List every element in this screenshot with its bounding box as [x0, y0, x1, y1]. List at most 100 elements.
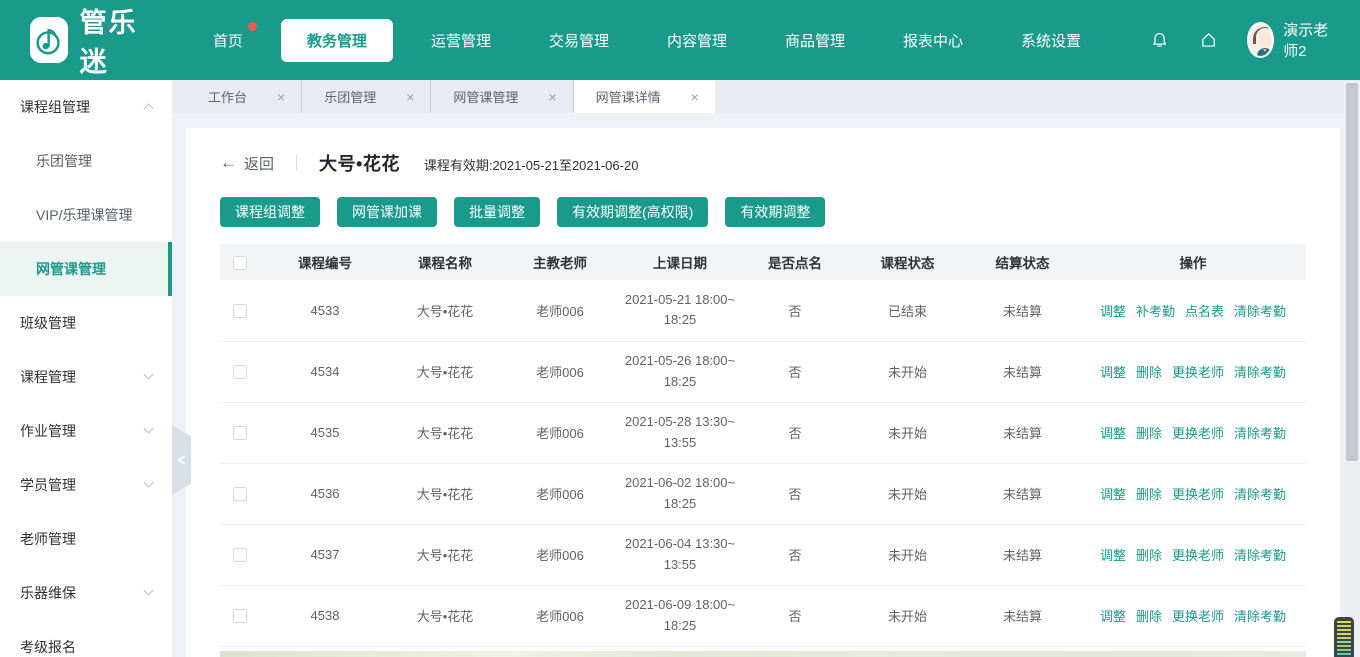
tab-close-icon[interactable]: ×: [277, 90, 285, 104]
clear-attendance-link[interactable]: 清除考勤: [1234, 426, 1286, 441]
nav-item-system-settings[interactable]: 系统设置: [1001, 20, 1101, 61]
cell-actions: 调整删除更换老师清除考勤: [1080, 585, 1306, 646]
sidebar-item-orchestra-mgmt[interactable]: 乐团管理: [0, 134, 172, 188]
chevron-left-icon: <: [178, 450, 185, 470]
scrollbar-thumb[interactable]: [1346, 83, 1358, 461]
cell-course-name: 大号•花花: [390, 463, 500, 524]
delete-link[interactable]: 删除: [1136, 365, 1162, 380]
nav-item-home[interactable]: 首页: [193, 20, 263, 61]
sidebar-item-course-group-mgmt[interactable]: 课程组管理: [0, 80, 172, 134]
nav-item-product-mgmt[interactable]: 商品管理: [765, 20, 865, 61]
sidebar-item-exam-registration[interactable]: 考级报名: [0, 620, 172, 657]
adjust-link[interactable]: 调整: [1100, 609, 1126, 624]
action-button-row: 课程组调整网管课加课批量调整有效期调整(高权限) 有效期调整: [220, 197, 1306, 227]
change-teacher-link[interactable]: 更换老师: [1172, 548, 1224, 563]
select-all-checkbox[interactable]: [233, 256, 247, 270]
sidebar-item-label: 课程组管理: [20, 97, 90, 117]
chevron-down-icon: [144, 424, 154, 434]
clear-attendance-link[interactable]: 清除考勤: [1234, 609, 1286, 624]
user-name[interactable]: 演示老师2: [1283, 19, 1332, 61]
nav-item-content-mgmt[interactable]: 内容管理: [647, 20, 747, 61]
home-icon[interactable]: [1200, 28, 1217, 52]
page-scrollbar: [1344, 80, 1360, 657]
tab-close-icon[interactable]: ×: [548, 90, 556, 104]
sidebar-item-class-mgmt[interactable]: 班级管理: [0, 296, 172, 350]
delete-link[interactable]: 删除: [1136, 609, 1162, 624]
date-text: 2021-05-26 18:00~18:25: [623, 351, 737, 391]
sidebar-item-teacher-mgmt[interactable]: 老师管理: [0, 512, 172, 566]
row-checkbox[interactable]: [233, 426, 247, 440]
column-header: 上课日期: [620, 244, 740, 280]
tab-online-course-mgmt[interactable]: 网管课管理×: [431, 80, 573, 113]
tab-close-icon[interactable]: ×: [406, 90, 414, 104]
table-header-row: 课程编号课程名称主教老师上课日期是否点名课程状态结算状态操作: [220, 244, 1306, 280]
row-checkbox[interactable]: [233, 548, 247, 562]
add-online-lesson-button[interactable]: 网管课加课: [337, 197, 437, 227]
sidebar-item-student-mgmt[interactable]: 学员管理: [0, 458, 172, 512]
table-row: 4533大号•花花老师0062021-05-21 18:00~18:25否已结束…: [220, 280, 1306, 341]
row-checkbox[interactable]: [233, 365, 247, 379]
cell-settlement: 未结算: [965, 585, 1080, 646]
floating-widget[interactable]: [1334, 617, 1354, 657]
sidebar-item-homework-mgmt[interactable]: 作业管理: [0, 404, 172, 458]
tab-close-icon[interactable]: ×: [691, 90, 699, 104]
adjust-link[interactable]: 调整: [1100, 304, 1126, 319]
clear-attendance-link[interactable]: 清除考勤: [1234, 487, 1286, 502]
tab-orchestra-mgmt[interactable]: 乐团管理×: [302, 80, 431, 113]
sidebar-item-label: 课程管理: [20, 367, 76, 387]
main-area: 课程组管理乐团管理VIP/乐理课管理网管课管理班级管理课程管理作业管理学员管理老…: [0, 80, 1360, 657]
sidebar-item-vip-theory-mgmt[interactable]: VIP/乐理课管理: [0, 188, 172, 242]
sidebar-item-course-mgmt[interactable]: 课程管理: [0, 350, 172, 404]
row-checkbox[interactable]: [233, 487, 247, 501]
column-header: 操作: [1080, 244, 1306, 280]
column-header: 结算状态: [965, 244, 1080, 280]
cell-rollcall: 否: [740, 341, 850, 402]
adjust-link[interactable]: 调整: [1100, 365, 1126, 380]
music-note-icon: [32, 23, 66, 57]
nav-item-operation-mgmt[interactable]: 运营管理: [411, 20, 511, 61]
change-teacher-link[interactable]: 更换老师: [1172, 609, 1224, 624]
table-row: 4537大号•花花老师0062021-06-04 13:30~13:55否未开始…: [220, 524, 1306, 585]
rollcall-sheet-link[interactable]: 点名表: [1185, 304, 1224, 319]
date-text: 2021-06-09 18:00~18:25: [623, 595, 737, 635]
sidebar-collapse-handle[interactable]: <: [172, 425, 191, 495]
nav-item-report-center[interactable]: 报表中心: [883, 20, 983, 61]
change-teacher-link[interactable]: 更换老师: [1172, 365, 1224, 380]
tab-workbench[interactable]: 工作台×: [186, 80, 302, 113]
page-header: ← 返回 大号•花花 课程有效期:2021-05-21至2021-06-20: [220, 128, 1306, 176]
clear-attendance-link[interactable]: 清除考勤: [1234, 548, 1286, 563]
delete-link[interactable]: 删除: [1136, 426, 1162, 441]
validity-adjust-button[interactable]: 有效期调整: [725, 197, 825, 227]
change-teacher-link[interactable]: 更换老师: [1172, 487, 1224, 502]
brand-logo[interactable]: 管乐迷: [30, 1, 151, 79]
tab-online-course-detail[interactable]: 网管课详情×: [574, 80, 715, 113]
adjust-link[interactable]: 调整: [1100, 548, 1126, 563]
sidebar-item-instrument-maintenance[interactable]: 乐器维保: [0, 566, 172, 620]
date-text: 2021-06-04 13:30~13:55: [623, 534, 737, 574]
nav-item-transaction-mgmt[interactable]: 交易管理: [529, 20, 629, 61]
sidebar-item-online-course-mgmt[interactable]: 网管课管理: [0, 242, 172, 296]
makeup-attendance-link[interactable]: 补考勤: [1136, 304, 1175, 319]
adjust-link[interactable]: 调整: [1100, 487, 1126, 502]
delete-link[interactable]: 删除: [1136, 548, 1162, 563]
clear-attendance-link[interactable]: 清除考勤: [1234, 365, 1286, 380]
sidebar-menu: 课程组管理乐团管理VIP/乐理课管理网管课管理班级管理课程管理作业管理学员管理老…: [0, 80, 172, 657]
clear-attendance-link[interactable]: 清除考勤: [1234, 304, 1286, 319]
delete-link[interactable]: 删除: [1136, 487, 1162, 502]
back-button[interactable]: ← 返回: [220, 153, 274, 174]
course-group-adjust-button[interactable]: 课程组调整: [220, 197, 320, 227]
cell-actions: 调整删除更换老师清除考勤: [1080, 524, 1306, 585]
batch-adjust-button[interactable]: 批量调整: [454, 197, 540, 227]
bell-icon[interactable]: [1151, 28, 1168, 52]
row-checkbox[interactable]: [233, 304, 247, 318]
adjust-link[interactable]: 调整: [1100, 426, 1126, 441]
cell-rollcall: 否: [740, 463, 850, 524]
user-avatar[interactable]: [1247, 22, 1274, 58]
row-checkbox[interactable]: [233, 609, 247, 623]
validity-adjust-privileged-button[interactable]: 有效期调整(高权限): [557, 197, 708, 227]
nav-item-academic-mgmt[interactable]: 教务管理: [281, 19, 393, 62]
cell-actions: 调整补考勤点名表清除考勤: [1080, 280, 1306, 341]
content-area: 工作台×乐团管理×网管课管理×网管课详情× ← 返回 大号•花花 课程有效期:2…: [172, 80, 1360, 657]
change-teacher-link[interactable]: 更换老师: [1172, 426, 1224, 441]
cell-status: 未开始: [850, 524, 965, 585]
